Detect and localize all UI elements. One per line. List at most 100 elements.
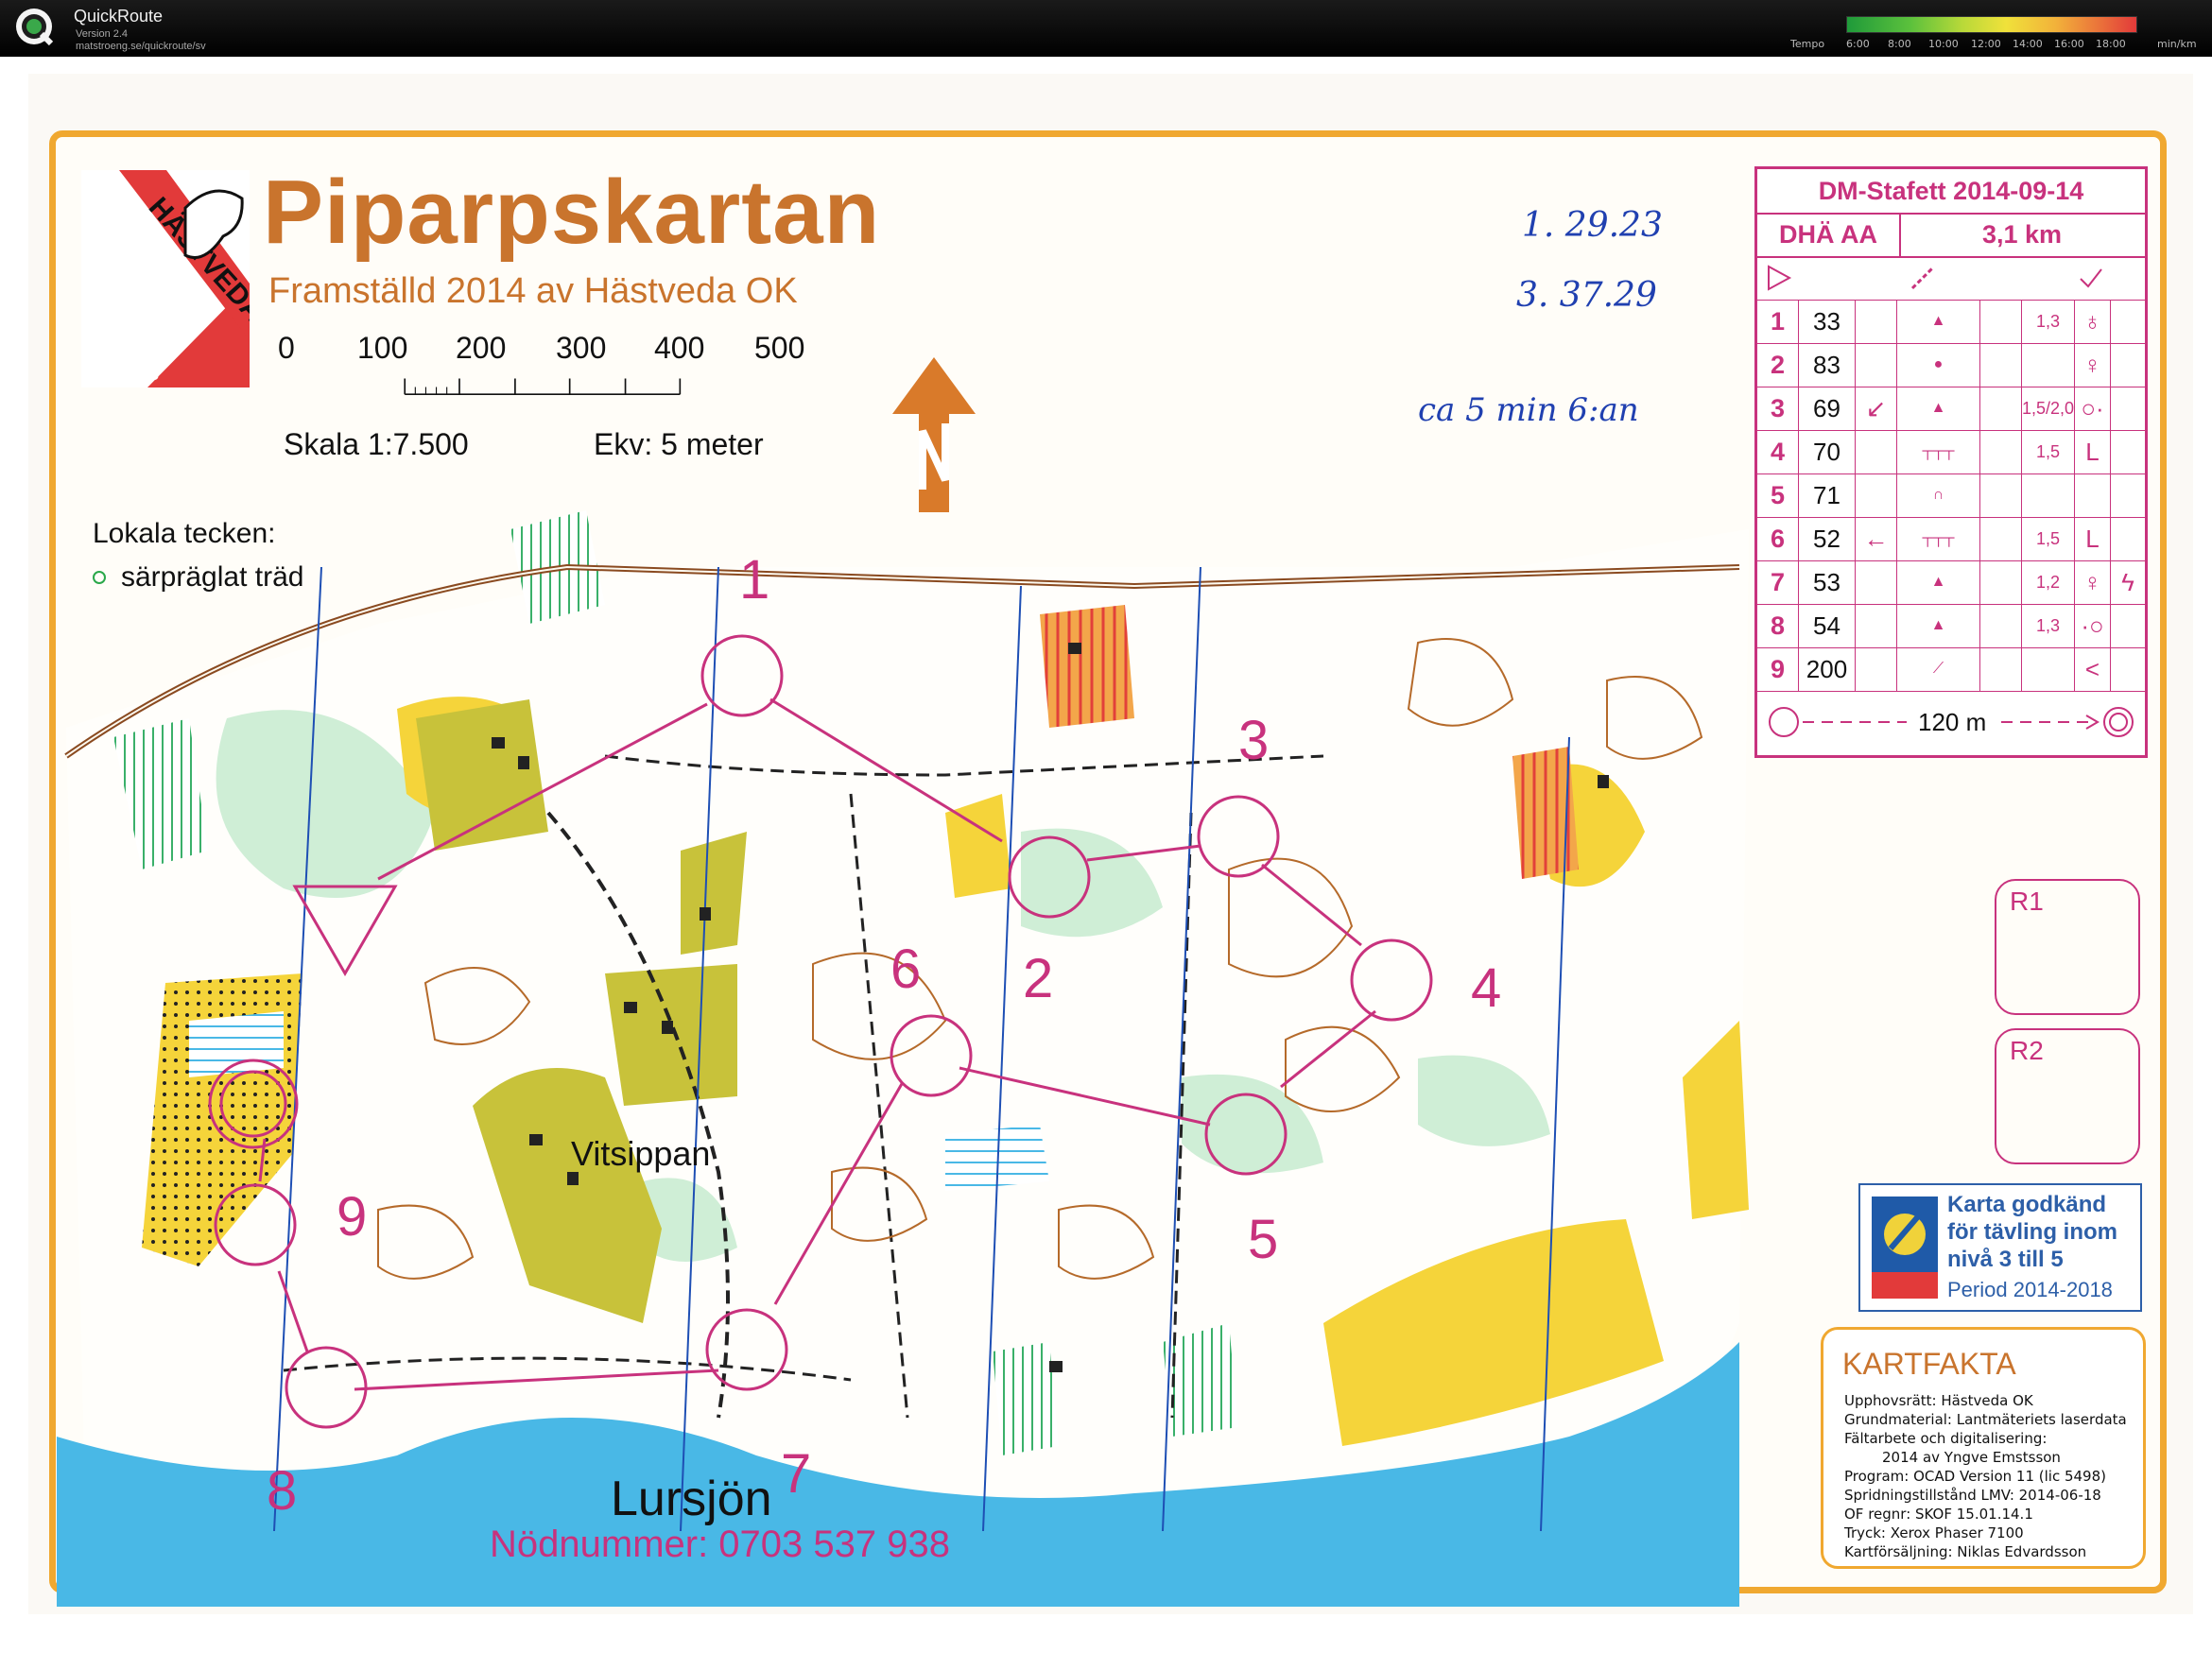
card-row-appearance	[1980, 604, 2022, 647]
map-facts-line: Upphovsrätt: Hästveda OK	[1844, 1392, 2033, 1409]
svg-text:14.10.55: 14.10.55	[93, 365, 159, 384]
legend-item-distinct-tree: särpräglat träd	[121, 561, 304, 593]
card-row-dimension: 1,3	[2022, 300, 2075, 343]
card-row-number: 6	[1757, 517, 1799, 560]
svg-text:OK: OK	[100, 309, 177, 366]
map-facts-line: OF regnr: SKOF 15.01.14.1	[1844, 1506, 2033, 1523]
card-row-other	[2111, 430, 2145, 473]
distinct-tree-icon	[93, 571, 106, 584]
north-arrow-icon	[892, 357, 976, 512]
control-number-3: 3	[1238, 710, 1270, 771]
reserve-box-r1: R1	[1995, 879, 2140, 1015]
card-row-other	[2111, 387, 2145, 430]
place-label-lursjon: Lursjön	[611, 1472, 772, 1526]
club-logo-hastveda: OK HÄSTVEDA OK 14.10.55	[81, 170, 250, 387]
card-row-number: 1	[1757, 300, 1799, 343]
reserve-label: R1	[2010, 887, 2044, 916]
card-row-other	[2111, 473, 2145, 517]
checkmark-icon	[2080, 268, 2102, 288]
open-land	[945, 794, 1011, 898]
card-row-code: 53	[1799, 560, 1856, 604]
card-row-direction: ↙	[1856, 387, 1897, 430]
card-event-header: DM-Stafett 2014-09-14	[1757, 169, 2145, 215]
card-row-feature: ∩	[1897, 473, 1980, 517]
card-row: 1 33 ▲ 1,3 ♁	[1757, 300, 2145, 344]
card-row-dimension	[2022, 473, 2075, 517]
handwritten-split-3: 3. 37.29	[1516, 276, 1657, 315]
card-row-location: ·○	[2075, 604, 2111, 647]
control-number-5: 5	[1248, 1209, 1279, 1270]
card-row-location: ♀	[2075, 343, 2111, 387]
card-row-feature: ┬┬┬	[1897, 517, 1980, 560]
card-row-number: 5	[1757, 473, 1799, 517]
card-row-code: 71	[1799, 473, 1856, 517]
marsh-area	[189, 1011, 284, 1077]
card-row-other	[2111, 647, 2145, 691]
settlement-area	[605, 964, 737, 1106]
scale-tick: 500	[754, 331, 805, 365]
handwritten-note: ca 5 min 6:an	[1418, 391, 1639, 429]
card-row-number: 4	[1757, 430, 1799, 473]
card-row-direction	[1856, 647, 1897, 691]
card-row-appearance	[1980, 560, 2022, 604]
card-course-length: 3,1 km	[1899, 213, 2145, 258]
card-row-dimension	[2022, 343, 2075, 387]
card-row-other	[2111, 517, 2145, 560]
reserve-label: R2	[2010, 1036, 2044, 1065]
card-row-code: 52	[1799, 517, 1856, 560]
emergency-number: Nödnummer: 0703 537 938	[490, 1524, 950, 1565]
card-row-direction	[1856, 473, 1897, 517]
card-finish-row: 120 m	[1757, 691, 2145, 753]
card-row-location: ○·	[2075, 387, 2111, 430]
map-title: Piparpskartan	[263, 162, 881, 263]
card-row-code: 200	[1799, 647, 1856, 691]
card-row-location	[2075, 473, 2111, 517]
card-row-location: <	[2075, 647, 2111, 691]
place-label-vitsippan: Vitsippan	[571, 1134, 711, 1173]
card-row-appearance	[1980, 387, 2022, 430]
settlement-area	[416, 699, 548, 851]
card-row-other	[2111, 343, 2145, 387]
card-row-feature: ▲	[1897, 300, 1980, 343]
undergrowth-area	[993, 1342, 1059, 1455]
approval-badge: Karta godkänd för tävling inom nivå 3 ti…	[1858, 1183, 2142, 1312]
scale-tick: 100	[357, 331, 408, 365]
card-row-location: L	[2075, 517, 2111, 560]
control-description-card: DM-Stafett 2014-09-14 DHÄ AA 3,1 km 1 33…	[1754, 166, 2148, 758]
card-row: 7 53 ▲ 1,2 ♀ ϟ	[1757, 560, 2145, 605]
card-row-direction	[1856, 430, 1897, 473]
reserve-box-r2: R2	[1995, 1028, 2140, 1164]
card-row-direction	[1856, 560, 1897, 604]
map-facts-title: KARTFAKTA	[1842, 1347, 2016, 1381]
card-row-code: 83	[1799, 343, 1856, 387]
card-row-code: 33	[1799, 300, 1856, 343]
legend-heading: Lokala tecken:	[93, 518, 276, 549]
card-row-code: 70	[1799, 430, 1856, 473]
cultivated-land	[1040, 605, 1134, 728]
card-row-dimension: 1,5	[2022, 517, 2075, 560]
map-facts-line: Grundmaterial: Lantmäteriets laserdata	[1844, 1411, 2127, 1428]
card-row-direction	[1856, 343, 1897, 387]
map-facts-line: Tryck: Xerox Phaser 7100	[1844, 1524, 2024, 1541]
map-facts-box: KARTFAKTA Upphovsrätt: Hästveda OK Grund…	[1821, 1327, 2146, 1569]
card-row: 3 69 ↙ ▲ 1,5/2,0 ○·	[1757, 387, 2145, 431]
card-row-code: 54	[1799, 604, 1856, 647]
card-row-appearance	[1980, 473, 2022, 517]
control-number-6: 6	[890, 938, 922, 1000]
map-facts-line: Kartförsäljning: Niklas Edvardsson	[1844, 1543, 2087, 1560]
card-row-code: 69	[1799, 387, 1856, 430]
card-row-other	[2111, 300, 2145, 343]
card-row-dimension	[2022, 647, 2075, 691]
finish-distance: 120 m	[1918, 708, 1987, 736]
card-row-feature: ┬┬┬	[1897, 430, 1980, 473]
scale-text: Skala 1:7.500	[284, 427, 469, 461]
card-row-other: ϟ	[2121, 568, 2134, 596]
control-number-8: 8	[267, 1460, 298, 1522]
map-subtitle: Framställd 2014 av Hästveda OK	[268, 271, 798, 311]
card-row-appearance	[1980, 343, 2022, 387]
control-number-1: 1	[739, 549, 770, 611]
map-facts-line: Spridningstillstånd LMV: 2014-06-18	[1844, 1487, 2101, 1504]
card-row-feature: ⟋	[1897, 647, 1980, 691]
card-row-number: 3	[1757, 387, 1799, 430]
card-start-row	[1757, 256, 2145, 301]
